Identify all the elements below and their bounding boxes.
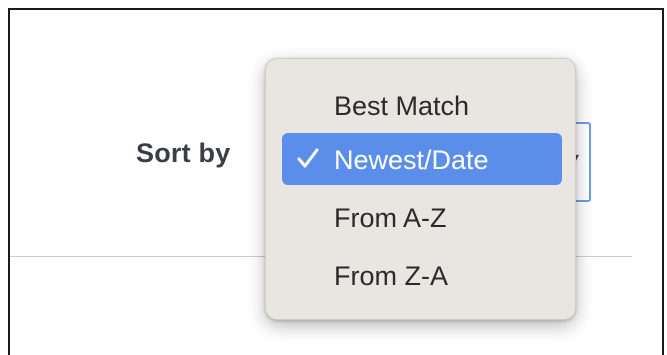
checkmark-icon xyxy=(297,148,319,168)
menu-item-label: Newest/Date xyxy=(334,145,489,175)
menu-item-newest-date[interactable]: Newest/Date xyxy=(282,133,562,185)
sort-dropdown-menu: Best Match Newest/Date From A-Z From Z-A xyxy=(265,58,576,320)
menu-item-from-z-a[interactable]: From Z-A xyxy=(282,249,562,301)
sort-by-label: Sort by xyxy=(136,138,231,168)
page: Sort by ▾ Best Match Newest/Date From A-… xyxy=(0,0,667,355)
menu-item-label: From Z-A xyxy=(334,261,448,291)
menu-item-label: Best Match xyxy=(334,91,470,121)
menu-item-best-match[interactable]: Best Match xyxy=(282,79,562,131)
menu-item-label: From A-Z xyxy=(334,203,447,233)
menu-item-from-a-z[interactable]: From A-Z xyxy=(282,191,562,243)
